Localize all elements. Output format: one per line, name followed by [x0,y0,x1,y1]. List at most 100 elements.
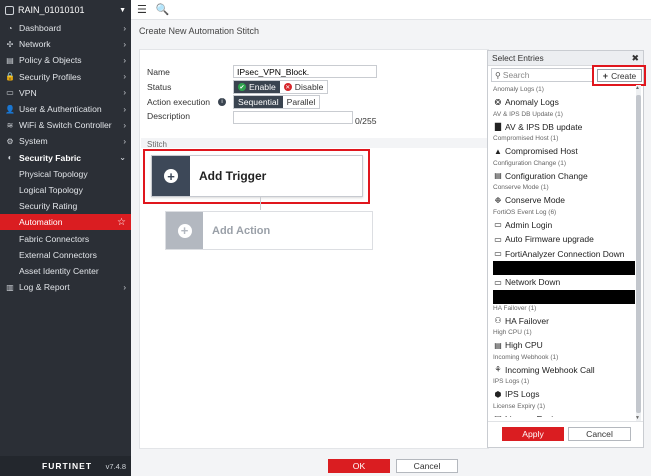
add-action-button[interactable]: + Add Action [165,211,373,250]
device-name: RAIN_01010101 [18,5,85,15]
group-header: Conserve Mode (1) [493,184,549,191]
sidebar-item-log-report[interactable]: ▥ Log & Report › [0,279,131,295]
entry-label: Admin Login [505,219,553,230]
select-entries-panel: Select Entries ✖ ⚲ Search + Create Anomal… [487,50,646,448]
list-item-av-ips-db-update[interactable]: ▇ AV & IPS DB update [493,120,635,135]
list-item-compromised-host[interactable]: ▲ Compromised Host [493,144,635,159]
panel-header: Select Entries ✖ [488,51,643,66]
close-icon[interactable]: ✖ [631,53,639,64]
apply-button[interactable]: Apply [502,427,564,441]
create-button[interactable]: + Create [597,69,642,82]
sidebar-item-policy-objects[interactable]: ▤ Policy & Objects › [0,52,131,68]
ok-button[interactable]: OK [328,459,390,473]
scrollbar-thumb[interactable] [636,95,641,413]
sidebar-item-wifi-switch-controller[interactable]: ≋ WiFi & Switch Controller › [0,117,131,133]
status-disable-label: Disable [294,82,324,92]
sidebar-item-label: Dashboard [19,23,62,34]
list-item-network-down[interactable]: ▭ Network Down [493,275,635,290]
parallel-option[interactable]: Parallel [283,96,320,108]
entry-label: Compromised Host [505,146,578,157]
config-icon: ▤ [494,171,502,181]
sequential-option[interactable]: Sequential [234,96,283,108]
group-header: High CPU (1) [493,329,532,336]
sidebar-item-label: Security Fabric [19,152,82,163]
entry-label: Anomaly Logs [505,97,559,108]
sidebar-item-external-connectors[interactable]: External Connectors [0,247,131,263]
panel-cancel-button[interactable]: Cancel [568,427,631,441]
scroll-up-icon[interactable]: ▲ [635,85,640,91]
redacted-entry [493,261,635,275]
list-item-fortianalyzer-connection-down[interactable]: ▭ FortiAnalyzer Connection Down [493,247,635,262]
entry-label: Configuration Change [505,170,588,181]
vpn-icon: ▭ [6,88,14,98]
list-item-license-expiry[interactable]: ▤License Expiry [493,412,635,417]
chevron-right-icon: › [123,120,126,130]
user-icon: 👤 [5,104,15,114]
group-header: IPS Logs (1) [493,378,530,385]
sidebar-item-label: Security Profiles [19,71,82,82]
scrollbar[interactable]: ▲ ▼ [635,85,641,421]
create-highlight: + Create [592,65,646,86]
panel-footer: Apply Cancel [488,421,643,447]
stitch-section-label: Stitch [141,138,487,149]
sidebar: RAIN_01010101 ▼ ◔ Dashboard › ✣ Network › ▤ Pol… [0,0,131,476]
entry-label: HA Failover [505,315,549,326]
star-icon[interactable]: ☆ [117,217,126,228]
chevron-right-icon: › [123,55,126,65]
stitch-connector [260,196,261,210]
status-enable-option[interactable]: ✔ Enable [234,81,280,93]
cancel-button[interactable]: Cancel [396,459,458,473]
name-input[interactable] [233,65,377,78]
sidebar-item-logical-topology[interactable]: Logical Topology [0,182,131,198]
add-trigger-button[interactable]: + Add Trigger [151,155,363,197]
sidebar-item-system[interactable]: ⚙ System › [0,133,131,149]
warning-icon: ▲ [494,146,502,156]
menu-icon[interactable]: ☰ [137,3,147,16]
sidebar-item-vpn[interactable]: ▭ VPN › [0,85,131,101]
sidebar-item-asset-identity-center[interactable]: Asset Identity Center [0,263,131,279]
version-label: v7.4.8 [105,461,126,471]
chevron-right-icon: › [123,23,126,33]
list-item-ips-logs[interactable]: ⬢ IPS Logs [493,387,635,402]
anomaly-icon: ❂ [494,97,502,107]
list-item-auto-firmware-upgrade[interactable]: ▭ Auto Firmware upgrade [493,232,635,247]
entry-label: AV & IPS DB update [505,121,583,132]
info-icon[interactable]: i [218,98,227,106]
description-input[interactable] [233,111,353,124]
sidebar-item-label: User & Authentication [19,104,102,115]
group-header: Incoming Webhook (1) [493,353,559,361]
sidebar-item-user-authentication[interactable]: 👤 User & Authentication › [0,101,131,117]
sidebar-item-fabric-connectors[interactable]: Fabric Connectors [0,230,131,246]
list-item-configuration-change[interactable]: ▤ Configuration Change [493,169,635,184]
status-disable-option[interactable]: ✕ Disable [280,81,328,93]
group-header: AV & IPS DB Update (1) [493,110,563,118]
create-label: Create [611,70,637,81]
list-item-high-cpu[interactable]: ▤ High CPU [493,338,635,353]
sidebar-item-label: WiFi & Switch Controller [19,120,112,131]
chevron-right-icon: › [123,39,126,49]
sidebar-item-network[interactable]: ✣ Network › [0,36,131,52]
entry-label: Network Down [505,277,561,288]
sidebar-item-dashboard[interactable]: ◔ Dashboard › [0,20,131,36]
search-icon: ⚲ [495,70,501,80]
sidebar-footer: FURTINET v7.4.8 [0,456,131,476]
list-item-ha-failover[interactable]: ⚇ HA Failover [493,314,635,329]
sidebar-item-automation[interactable]: Automation ☆ [0,214,131,231]
sidebar-item-physical-topology[interactable]: Physical Topology [0,166,131,182]
device-selector[interactable]: RAIN_01010101 ▼ [0,0,131,20]
list-item-anomaly-logs[interactable]: ❂ Anomaly Logs [493,95,635,110]
database-icon: ▇ [494,122,502,132]
fortinet-logo: FURTINET [42,461,93,471]
network-icon: ✣ [6,39,14,49]
search-input[interactable]: ⚲ Search [491,68,593,82]
status-label: Status [147,82,172,92]
list-item-conserve-mode[interactable]: ❉ Conserve Mode [493,193,635,208]
login-icon: ▭ [494,220,502,230]
list-item-admin-login[interactable]: ▭ Admin Login [493,218,635,233]
sidebar-item-security-profiles[interactable]: 🔒 Security Profiles › [0,69,131,85]
sidebar-item-security-rating[interactable]: Security Rating [0,198,131,214]
sidebar-item-security-fabric[interactable]: ◐ Security Fabric ⌄ [0,150,131,166]
list-item-incoming-webhook-call[interactable]: ⚘ Incoming Webhook Call [493,363,635,378]
search-placeholder: Search [502,70,530,80]
search-icon[interactable]: 🔍 [156,3,170,16]
